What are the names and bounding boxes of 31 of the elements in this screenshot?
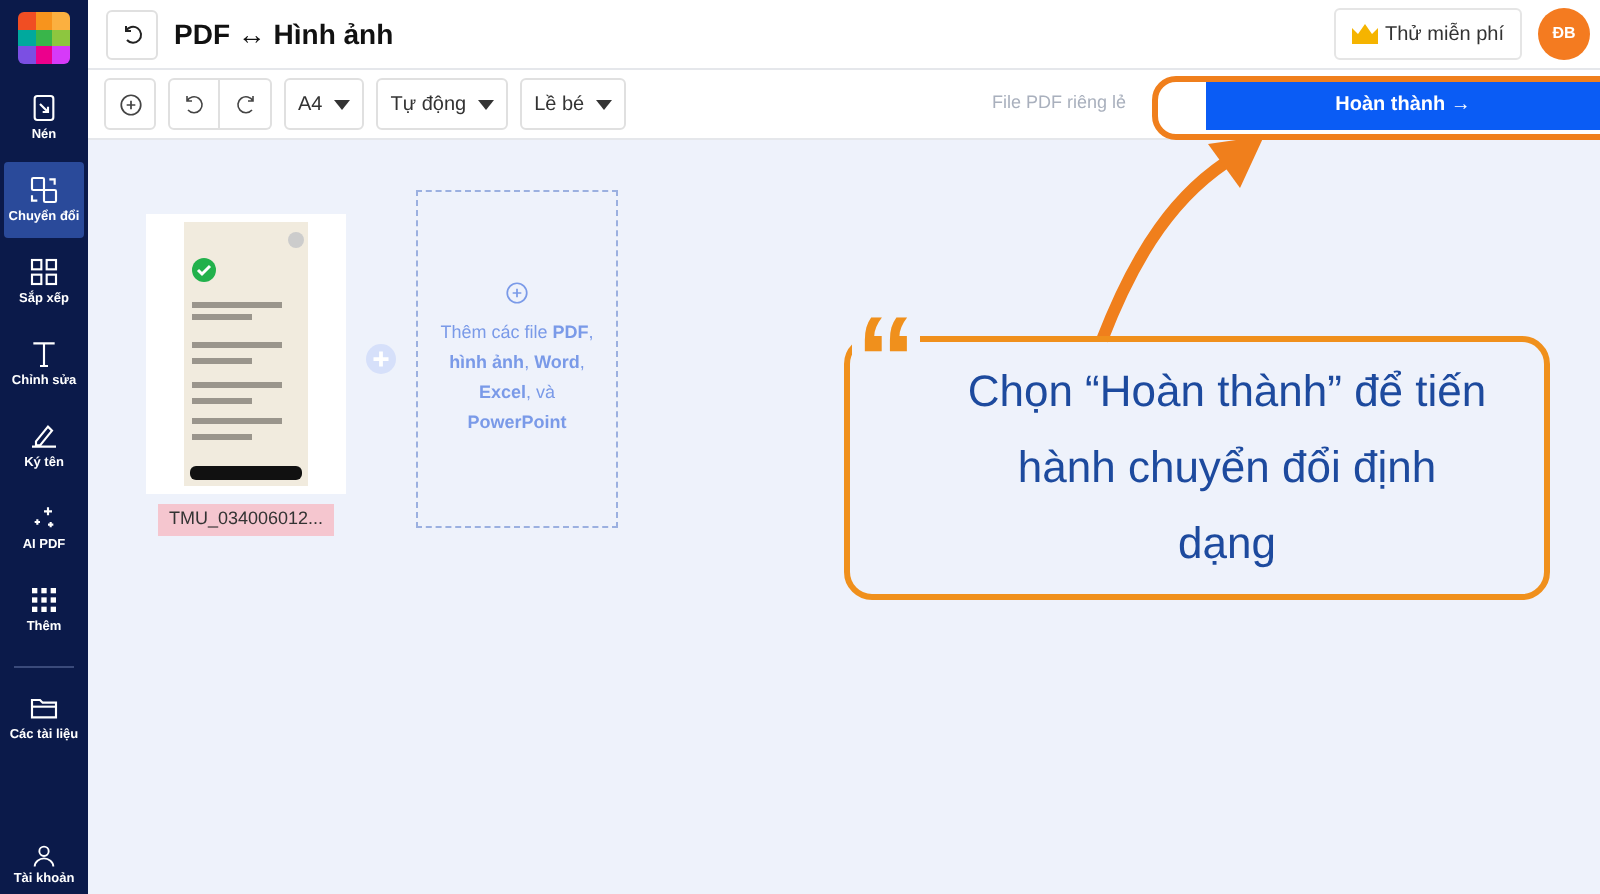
- apps-icon: [28, 584, 60, 616]
- rotate-left-button[interactable]: [168, 78, 220, 130]
- undo-icon: [120, 22, 144, 46]
- grid-icon: [28, 256, 60, 288]
- caret-icon: [596, 99, 613, 109]
- logo-icon: [18, 12, 70, 64]
- finish-button[interactable]: Hoàn thành →: [1206, 78, 1600, 130]
- user-icon: [30, 842, 58, 871]
- rotate-right-button[interactable]: [220, 78, 272, 130]
- text-icon: [28, 338, 60, 370]
- crown-icon: [1351, 24, 1377, 44]
- compress-icon: [28, 92, 60, 124]
- rotate-left-icon: [182, 92, 206, 116]
- caret-icon: [478, 99, 495, 109]
- page-title: PDF ↔ Hình ảnh: [174, 15, 394, 53]
- caret-icon: [334, 99, 351, 109]
- file-name-label: TMU_034006012...: [158, 504, 334, 535]
- callout-text: Chọn “Hoàn thành” để tiến hành chuyển đổi định dạng: [965, 364, 1489, 572]
- rotate-right-icon: [233, 92, 257, 116]
- add-button[interactable]: [104, 78, 156, 130]
- convert-icon: [28, 174, 60, 206]
- add-files-text: Thêm các file PDF, hình ảnh, Word, Excel, và PowerPoint: [438, 320, 596, 436]
- dropdown[interactable]: Lề bé: [520, 78, 627, 130]
- back-button[interactable]: [106, 9, 158, 59]
- signature-icon: [28, 420, 60, 452]
- file-card[interactable]: [146, 214, 346, 494]
- plus-circle-icon: [504, 280, 530, 306]
- plus-circle-icon: [117, 91, 143, 117]
- dropdown[interactable]: A4: [284, 78, 365, 130]
- free-trial-button[interactable]: Thử miễn phí: [1333, 8, 1522, 60]
- dropdown[interactable]: Tự động: [376, 78, 509, 130]
